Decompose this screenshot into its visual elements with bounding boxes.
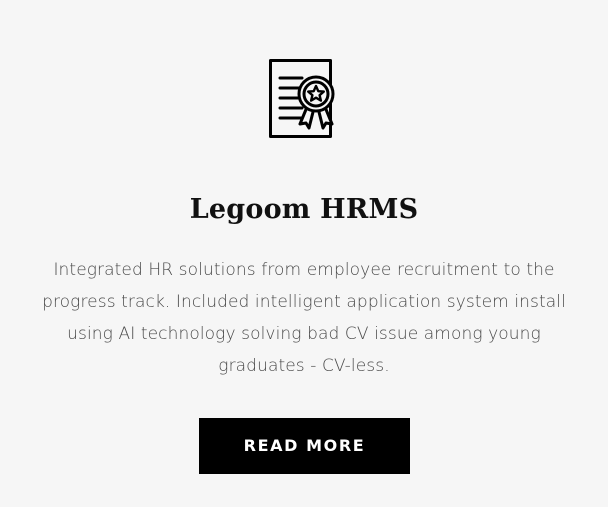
card-title: Legoom HRMS [189,194,419,225]
card-description: Integrated HR solutions from employee re… [42,260,566,376]
read-more-button[interactable]: READ MORE [199,418,410,474]
certificate-award-icon [268,58,340,140]
product-card: Legoom HRMS Integrated HR solutions from… [0,0,608,507]
